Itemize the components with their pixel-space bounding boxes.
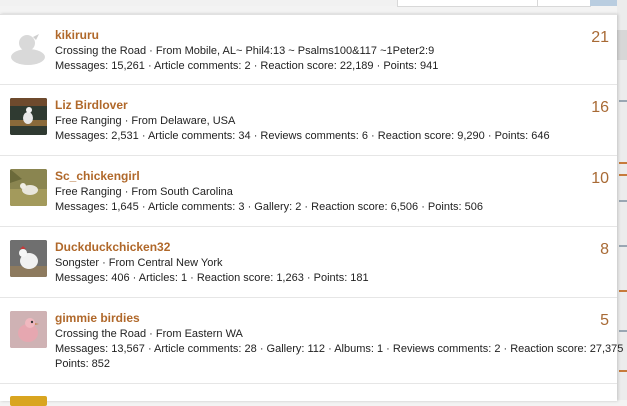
default-avatar-icon[interactable]	[10, 28, 47, 65]
member-row: Liz Birdlover Free Ranging · From Delawa…	[0, 85, 617, 156]
white-chicken-photo-avatar[interactable]	[10, 240, 47, 277]
member-username-link[interactable]: Liz Birdlover	[55, 98, 128, 112]
member-username-link[interactable]: gimmie birdies	[55, 311, 140, 325]
member-title-line: Free Ranging · From Delaware, USA	[55, 115, 236, 127]
member-title-line: Crossing the Road · From Mobile, AL~ Phi…	[55, 45, 435, 57]
chicken-grass-photo-avatar[interactable]	[10, 169, 47, 206]
member-row: Duckduckchicken32 Songster · From Centra…	[0, 227, 617, 298]
top-input-fragment[interactable]	[397, 0, 539, 7]
member-score: 21	[591, 29, 609, 46]
member-username-link[interactable]: kikiruru	[55, 28, 99, 42]
member-row: kikiruru Crossing the Road · From Mobile…	[0, 15, 617, 85]
background-mark	[619, 245, 627, 247]
top-bar	[0, 0, 617, 7]
member-row: Sc_chickengirl Free Ranging · From South…	[0, 156, 617, 227]
member-row: gimmie birdies Crossing the Road · From …	[0, 298, 627, 384]
background-page-strip	[617, 0, 627, 400]
background-block	[617, 30, 627, 60]
member-title-line: Free Ranging · From South Carolina	[55, 186, 233, 198]
yellow-avatar-photo[interactable]	[10, 396, 47, 406]
member-score: 10	[591, 170, 609, 187]
background-mark	[619, 100, 627, 102]
background-mark	[619, 290, 627, 292]
background-mark	[619, 174, 627, 176]
member-stats-line: Messages: 1,645 · Article comments: 3 · …	[55, 201, 483, 213]
member-score: 8	[600, 241, 609, 258]
member-list-panel: kikiruru Crossing the Road · From Mobile…	[0, 14, 627, 406]
member-title-line: Crossing the Road · From Eastern WA	[55, 328, 243, 340]
bird-photo-avatar[interactable]	[10, 98, 47, 135]
member-stats-line: Messages: 13,567 · Article comments: 28 …	[55, 343, 627, 355]
background-mark	[619, 200, 627, 202]
pink-bird-photo-avatar[interactable]	[10, 311, 47, 348]
member-username-link[interactable]: Sc_chickengirl	[55, 169, 140, 183]
member-username-link[interactable]: Duckduckchicken32	[55, 240, 170, 254]
member-score: 16	[591, 99, 609, 116]
member-stats-line: Messages: 2,531 · Article comments: 34 ·…	[55, 130, 550, 142]
member-stats-line-continued: Points: 852	[55, 358, 111, 370]
background-mark	[619, 330, 627, 332]
member-stats-line: Messages: 15,261 · Article comments: 2 ·…	[55, 60, 439, 72]
top-button-fragment[interactable]	[537, 0, 591, 7]
member-row-partial	[0, 384, 617, 406]
member-score: 5	[600, 312, 609, 329]
top-accent-button-fragment[interactable]	[590, 0, 617, 6]
background-mark	[619, 370, 627, 372]
background-mark	[619, 162, 627, 164]
member-title-line: Songster · From Central New York	[55, 257, 223, 269]
member-stats-line: Messages: 406 · Articles: 1 · Reaction s…	[55, 272, 369, 284]
